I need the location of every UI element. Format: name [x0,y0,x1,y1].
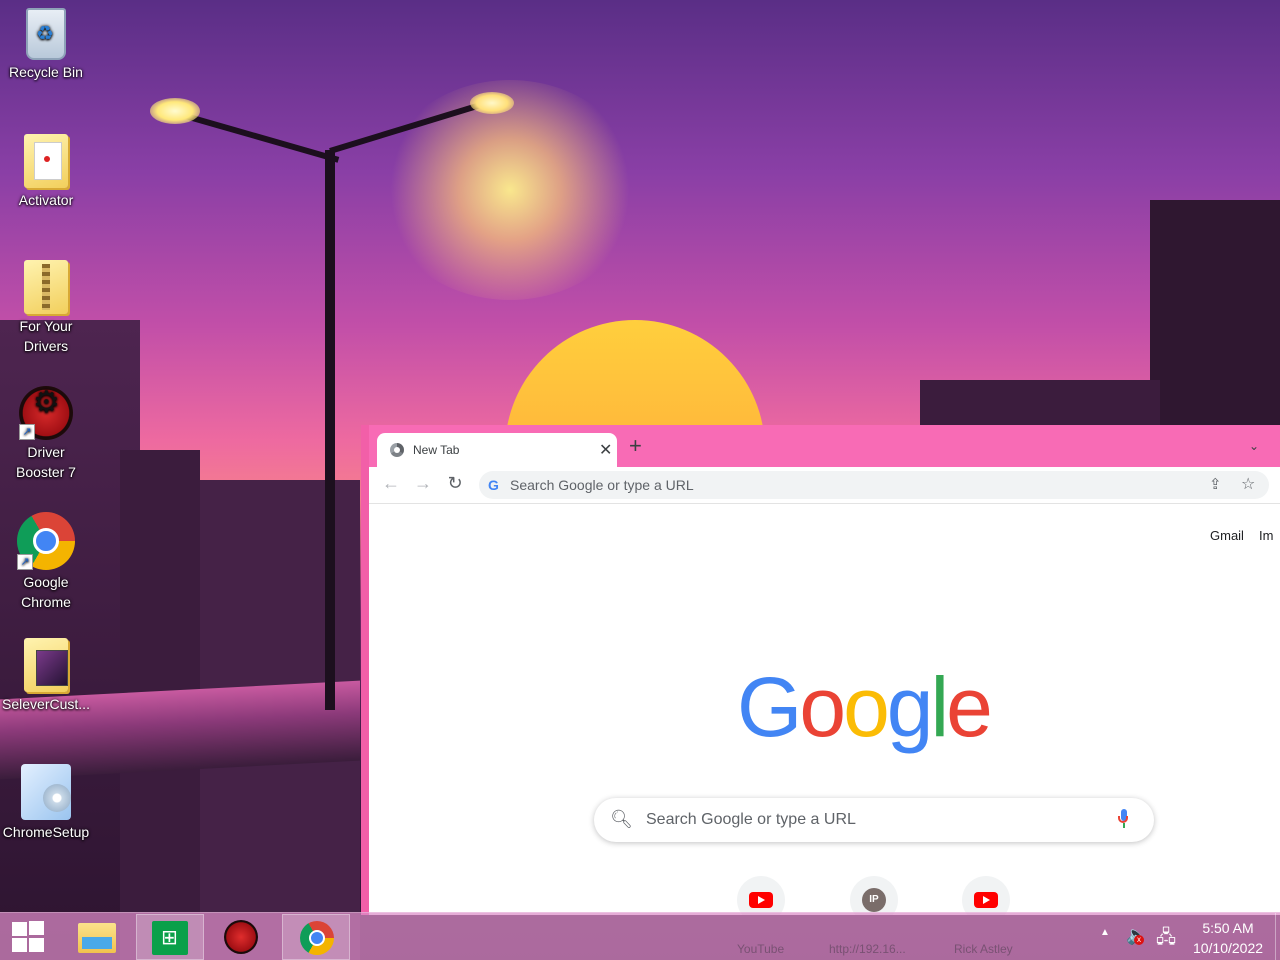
recycle-bin-icon [26,8,66,60]
youtube-icon [974,892,998,908]
desktop-icon-recycle-bin[interactable]: Recycle Bin [0,2,92,82]
microphone-icon[interactable] [1118,808,1130,832]
installer-icon [21,764,71,820]
shortcut-rick-astley[interactable] [962,876,1010,915]
desktop-icon-label: Driver Booster 7 [16,444,76,480]
wallpaper-streetlight-lamp [470,92,514,114]
logo-letter: g [886,660,934,754]
search-box[interactable]: 🔍︎ Search Google or type a URL [594,798,1154,842]
desktop-icon-label: For Your Drivers [19,318,73,354]
shortcut-ip-address[interactable]: IP [850,876,898,915]
search-placeholder: Search Google or type a URL [646,811,856,828]
shortcut-arrow-icon: ↗ [19,424,35,440]
windows-logo-icon [12,922,27,936]
desktop-icon-selevercust[interactable]: SeleverCust... [0,632,92,714]
taskbar: ▲ 🔈 x 🖧 5:50 AM 10/10/2022 [0,912,1280,960]
wallpaper-building [920,380,1160,430]
zip-folder-icon [24,260,68,314]
wallpaper-building [1150,200,1280,430]
ip-icon: IP [862,888,886,912]
desktop-icon-for-your-drivers[interactable]: For Your Drivers [0,254,92,356]
share-icon[interactable]: ⇪ [1209,475,1222,493]
bookmark-star-icon[interactable]: ☆ [1241,474,1255,494]
store-icon [152,921,188,955]
wallpaper-streetlight-lamp [150,98,200,124]
taskbar-driver-booster[interactable] [208,914,276,960]
back-button[interactable]: ← [379,473,403,494]
new-tab-button[interactable]: + [629,435,642,457]
chrome-icon [300,921,334,955]
logo-letter: l [930,660,950,754]
desktop-icon-google-chrome[interactable]: ↗ Google Chrome [0,506,92,612]
shortcut-label: YouTube [737,942,785,956]
google-g-icon: G [488,477,499,493]
desktop-icon-activator[interactable]: Activator [0,128,92,210]
taskbar-file-explorer[interactable] [62,914,130,960]
wallpaper-streetlight-arm [174,110,340,163]
desktop-icon-label: ChromeSetup [2,824,90,840]
tab-strip: New Tab ✕ + ⌄ [369,425,1280,467]
forward-button[interactable]: → [411,473,435,494]
volume-muted-icon[interactable]: 🔈 x [1126,925,1148,960]
shortcut-arrow-icon: ↗ [17,554,33,570]
muted-x-icon: x [1134,935,1144,945]
desktop-icon-label: SeleverCust... [2,696,90,712]
chrome-icon: ↗ [17,512,75,570]
network-icon[interactable]: 🖧 [1156,925,1176,960]
gmail-link[interactable]: Gmail [1210,528,1244,543]
logo-letter: G [737,660,802,754]
show-hidden-icons-button[interactable]: ▲ [1100,927,1110,960]
shortcut-label: Rick Astley [954,942,1013,956]
chrome-favicon-icon [390,443,404,457]
google-logo: Google [737,660,993,754]
driver-booster-icon: ↗ [19,386,73,440]
logo-letter: o [843,660,890,754]
search-icon: 🔍︎ [610,809,633,829]
file-explorer-icon [78,923,116,953]
new-tab-page: Gmail Im Google 🔍︎ Search Google or type… [369,504,1280,915]
show-desktop-button[interactable] [1275,913,1280,960]
clock-time: 5:50 AM [1202,920,1254,936]
start-button[interactable] [12,921,46,953]
folder-icon [24,134,68,188]
address-bar[interactable]: G Search Google or type a URL ⇪ ☆ [479,471,1269,499]
close-icon[interactable]: ✕ [599,440,612,460]
desktop-icon-chromesetup[interactable]: ChromeSetup [0,758,92,842]
tab-title: New Tab [413,443,460,457]
desktop-icon-label: Google Chrome [21,574,71,610]
tab-search-button[interactable]: ⌄ [1249,439,1259,453]
wallpaper-streetlight-pole [325,150,335,710]
folder-icon [24,638,68,692]
images-link[interactable]: Im [1259,528,1273,543]
taskbar-chrome[interactable] [282,914,350,960]
reload-button[interactable]: ↻ [443,473,467,494]
youtube-icon [749,892,773,908]
taskbar-clock[interactable]: 5:50 AM 10/10/2022 [1186,918,1270,958]
chrome-window: New Tab ✕ + ⌄ ← → ↻ G Search Google or t… [361,425,1280,915]
address-bar-placeholder: Search Google or type a URL [510,477,694,493]
logo-letter: o [799,660,846,754]
driver-booster-icon [224,920,258,954]
desktop-icon-label: Activator [18,192,74,208]
logo-letter: e [946,660,993,754]
desktop-icon-label: Recycle Bin [9,64,83,80]
wallpaper-sky-glow [380,80,640,300]
taskbar-store[interactable] [136,914,204,960]
clock-date: 10/10/2022 [1192,940,1264,956]
shortcut-youtube[interactable] [737,876,785,915]
shortcut-label: http://192.16... [829,942,906,956]
desktop-icon-driver-booster[interactable]: ↗ Driver Booster 7 [0,380,92,482]
browser-toolbar: ← → ↻ G Search Google or type a URL ⇪ ☆ [369,467,1280,504]
tab-new-tab[interactable]: New Tab ✕ [377,433,617,467]
